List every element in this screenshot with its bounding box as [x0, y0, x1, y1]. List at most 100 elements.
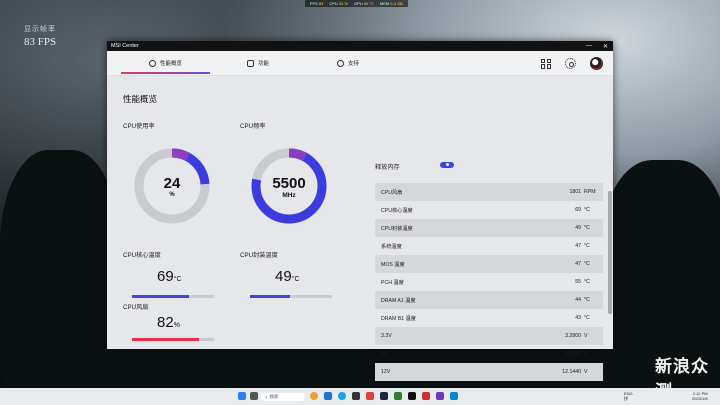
tray-ime: 拼 [624, 396, 628, 401]
search-icon: ⌕ [265, 394, 268, 400]
sensor-name: CPU封装温度 [381, 225, 413, 232]
sensor-value: 43 [575, 315, 581, 321]
sensor-row: DRAM A1 温度 44 °C [375, 291, 603, 309]
clock[interactable]: 2:12 PM 2023/1/8 [692, 391, 708, 401]
cpu-fan-bar [132, 338, 214, 341]
tab-label: 功能 [258, 61, 270, 67]
osd-value: 5.4 GB [390, 1, 403, 6]
app2-icon[interactable] [394, 392, 402, 400]
sensor-value: 1801 [569, 189, 581, 195]
osd-key: CPU [329, 1, 338, 6]
start-icon[interactable] [238, 392, 246, 400]
cpu-core-temp-label: CPU核心温度 [123, 252, 161, 259]
cpu-fan-readout: 82% [157, 314, 180, 331]
tab-support[interactable]: 支持 [337, 59, 359, 67]
cpu-pkg-temp-value: 49 [275, 268, 292, 285]
osd-key: MEM [379, 1, 390, 6]
sensor-row: DRAM B1 温度 43 °C [375, 309, 603, 327]
cpu-fan-label: CPU风扇 [123, 304, 149, 311]
cpu-fan-value: 82 [157, 314, 174, 331]
sensor-value: 3.2800 [565, 333, 581, 339]
sensor-row: CPU封装温度 49 °C [375, 219, 603, 237]
sensor-row: CPU风扇 1801 RPM [375, 183, 603, 201]
sensor-name: 12V [381, 369, 391, 375]
sensor-row: CPU核心温度 69 °C [375, 201, 603, 219]
fps-value: 83 FPS [24, 36, 57, 48]
sensor-value: 47 [575, 243, 581, 249]
msi-center-icon[interactable] [422, 392, 430, 400]
tab-features[interactable]: 功能 [247, 59, 269, 67]
cpu-fan-unit: % [173, 322, 180, 329]
clock-date: 2023/1/8 [692, 396, 708, 401]
edge-icon[interactable] [338, 392, 346, 400]
support-icon [337, 59, 344, 67]
tab-performance[interactable]: 性能概览 [120, 59, 211, 74]
file-explorer-icon[interactable] [324, 392, 332, 400]
tab-bar: 性能概览 功能 支持 [107, 51, 613, 76]
sensor-unit: °C [584, 297, 590, 303]
sensor-unit: °C [584, 207, 590, 213]
cpu-freq-label: CPU频率 [240, 123, 266, 130]
sensor-row: MOS 温度 47 °C [375, 255, 603, 273]
sensor-name: DRAM B1 温度 [381, 315, 416, 322]
sensor-value: 69 [575, 207, 581, 213]
dashboard-icon [149, 59, 156, 67]
sensor-value: 49 [575, 225, 581, 231]
store-icon[interactable] [352, 392, 360, 400]
tab-label: 性能概览 [160, 61, 183, 67]
sensor-name: DRAM A1 温度 [381, 297, 416, 304]
cpu-usage-label: CPU使用率 [123, 123, 155, 130]
cpu-core-temp-bar [132, 295, 214, 298]
cpu-freq-value: 5500 [272, 175, 306, 192]
osd-item: CPU 24 % [329, 1, 348, 6]
cpu-usage-value: 24 [163, 175, 181, 192]
sensor-value: 12.1440 [562, 369, 581, 375]
user-avatar[interactable] [590, 57, 603, 70]
settings-gear-icon[interactable] [565, 58, 576, 69]
cpu-freq-unit: MHz [282, 192, 296, 199]
sensor-row: 3.3V 3.2800 V [375, 327, 603, 345]
mail-icon[interactable] [366, 392, 374, 400]
osd-value: 83 [318, 1, 324, 6]
sensor-name: 系统温度 [381, 243, 402, 250]
sensor-row: 5V 5.0000 V [375, 345, 603, 363]
sensor-unit: °C [584, 225, 590, 231]
cpu-usage-unit: % [169, 192, 175, 198]
fps-overlay: 显示帧率 83 FPS [24, 24, 56, 48]
sensor-unit: °C [584, 261, 590, 267]
steam-icon[interactable] [380, 392, 388, 400]
scrollbar[interactable] [608, 191, 612, 314]
app-icon[interactable] [310, 392, 318, 400]
osd-item: FPS 83 [310, 1, 323, 6]
sensor-value: 5.0000 [565, 351, 581, 357]
cpu-pkg-temp-label: CPU封装温度 [240, 252, 278, 259]
sensor-value: 47 [575, 261, 581, 267]
sensor-unit: °C [584, 315, 590, 321]
sensor-table: CPU风扇 1801 RPM CPU核心温度 69 °C CPU封装温度 49 °C 系统温度 47… [375, 183, 603, 381]
features-icon [247, 59, 254, 67]
sensor-name: PCH 温度 [381, 279, 404, 286]
osd-key: GPU [354, 1, 363, 6]
app4-icon[interactable] [450, 392, 458, 400]
system-tray[interactable]: ENG 拼 [624, 391, 633, 401]
taskbar-search[interactable]: ⌕ 搜索 [261, 393, 305, 401]
sensor-unit: V [584, 351, 588, 357]
msi-center-window: MSI Center — ✕ 性能概览 功能 支持 性能概览 CPU使用率 24… [107, 41, 613, 381]
close-button[interactable]: ✕ [603, 43, 608, 50]
osd-value: 69 °C [363, 1, 374, 6]
release-memory-toggle[interactable] [440, 162, 454, 168]
hardware-osd: FPS 83 CPU 24 % GPU 69 °C MEM 5.4 GB [305, 0, 408, 7]
app3-icon[interactable] [436, 392, 444, 400]
terminal-icon[interactable] [408, 392, 416, 400]
sensor-unit: V [584, 333, 588, 339]
sensor-unit: °C [584, 243, 590, 249]
osd-item: GPU 69 °C [354, 1, 374, 6]
apps-grid-icon[interactable] [541, 58, 551, 69]
sensor-value: 44 [575, 297, 581, 303]
fps-label: 显示帧率 [24, 26, 56, 33]
task-view-icon[interactable] [250, 392, 258, 400]
window-title: MSI Center [111, 43, 139, 49]
minimize-button[interactable]: — [586, 43, 592, 49]
sensor-unit: °C [584, 279, 590, 285]
taskbar: ⌕ 搜索 ENG 拼 2:12 PM 2023/1/8 [0, 388, 720, 405]
